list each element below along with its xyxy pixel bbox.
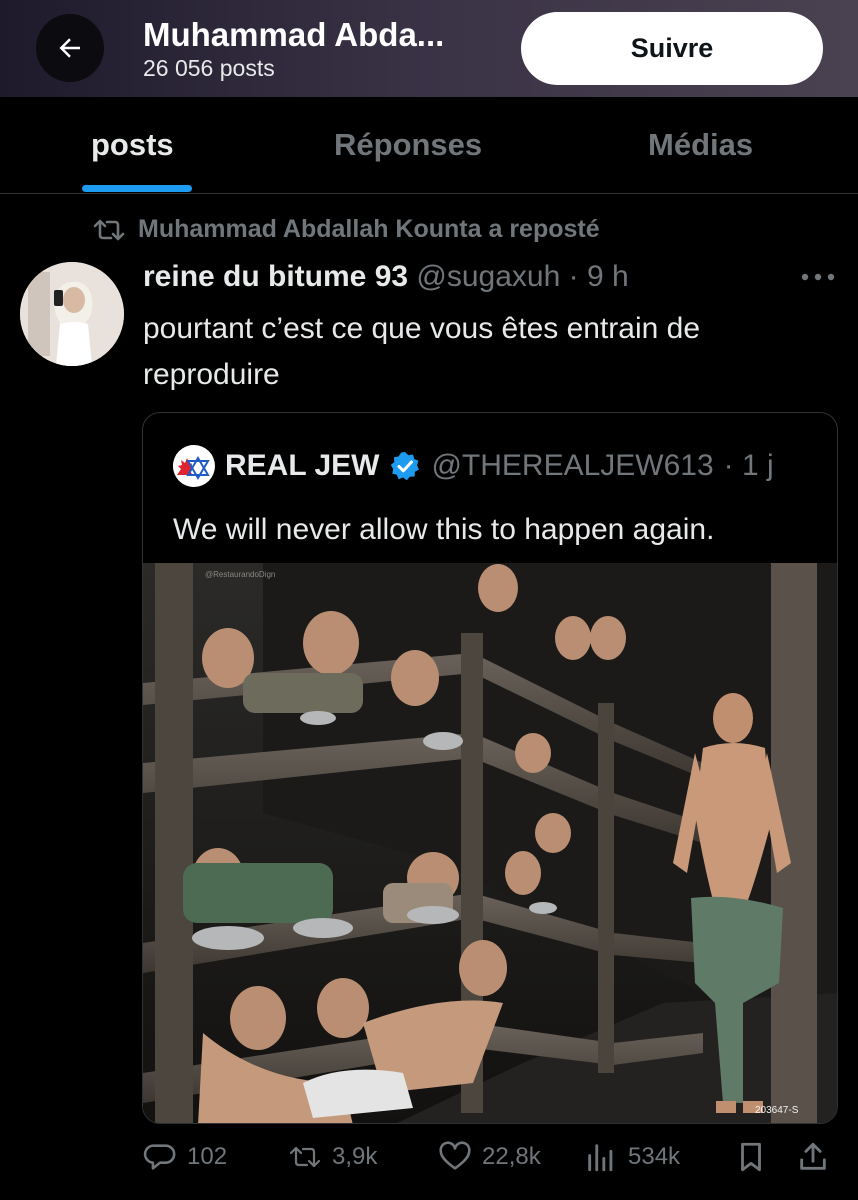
- post-header: reine du bitume 93 @sugaxuh · 9 h: [143, 260, 629, 294]
- more-horizontal-icon[interactable]: [800, 272, 836, 282]
- reply-icon: [143, 1144, 176, 1170]
- quoted-author-handle[interactable]: @THEREALJEW613: [431, 449, 713, 483]
- post-author-handle[interactable]: @sugaxuh: [416, 260, 560, 293]
- share-icon: [800, 1142, 826, 1170]
- active-tab-indicator: [82, 185, 192, 192]
- follow-button[interactable]: Suivre: [521, 12, 823, 85]
- avatar-photo: [20, 262, 124, 366]
- profile-post-count: 26 056 posts: [143, 55, 275, 81]
- post-timestamp[interactable]: · 9 h: [569, 260, 629, 293]
- repost-icon: [289, 1146, 321, 1168]
- quoted-post[interactable]: REAL JEW @THEREALJEW613 · 1 j We will ne…: [142, 412, 838, 1124]
- avatar[interactable]: [20, 262, 124, 366]
- post-text: pourtant c’est ce que vous êtes entrain …: [143, 312, 701, 391]
- repost-context[interactable]: Muhammad Abdallah Kounta a reposté: [92, 215, 600, 244]
- quoted-author-name[interactable]: REAL JEW: [225, 449, 379, 483]
- repost-icon: [93, 219, 125, 240]
- like-count: 22,8k: [482, 1143, 541, 1170]
- profile-display-name: Muhammad Abda...: [143, 16, 445, 53]
- share-button[interactable]: [796, 1140, 830, 1174]
- bookmark-button[interactable]: [734, 1140, 768, 1174]
- maple-star-logo-icon: [173, 445, 210, 487]
- views-button[interactable]: 534k: [584, 1140, 680, 1174]
- reply-button[interactable]: 102: [143, 1140, 227, 1174]
- repost-text: Muhammad Abdallah Kounta a reposté: [138, 215, 600, 243]
- back-button[interactable]: [36, 14, 104, 82]
- like-icon: [439, 1141, 471, 1170]
- profile-header: Muhammad Abda... 26 056 posts Suivre: [0, 0, 858, 97]
- post-author-name[interactable]: reine du bitume 93: [143, 260, 408, 293]
- repost-button[interactable]: 3,9k: [288, 1140, 377, 1174]
- views-count: 534k: [628, 1143, 681, 1170]
- verified-badge-icon[interactable]: [389, 450, 421, 482]
- tab-media[interactable]: Médias: [648, 127, 753, 163]
- quoted-post-header: REAL JEW @THEREALJEW613 · 1 j: [173, 445, 774, 487]
- tab-posts[interactable]: posts: [91, 127, 174, 163]
- profile-tabs: posts Réponses Médias: [0, 97, 858, 194]
- arrow-left-icon: [59, 38, 80, 58]
- quoted-post-image[interactable]: @RestaurandoDign 203647-S: [143, 563, 838, 1124]
- quoted-avatar[interactable]: [173, 445, 215, 487]
- repost-count: 3,9k: [332, 1143, 378, 1170]
- tab-replies[interactable]: Réponses: [334, 127, 482, 163]
- image-caption: 203647-S: [755, 1105, 799, 1116]
- like-button[interactable]: 22,8k: [438, 1140, 541, 1174]
- quoted-timestamp[interactable]: · 1 j: [724, 449, 774, 483]
- views-icon: [588, 1144, 613, 1172]
- post-actions: 102 3,9k 22,8k 534k: [0, 1130, 858, 1190]
- quoted-post-text: We will never allow this to happen again…: [173, 513, 715, 546]
- image-watermark: @RestaurandoDign: [205, 570, 275, 579]
- bookmark-icon: [741, 1142, 761, 1172]
- reply-count: 102: [187, 1143, 228, 1170]
